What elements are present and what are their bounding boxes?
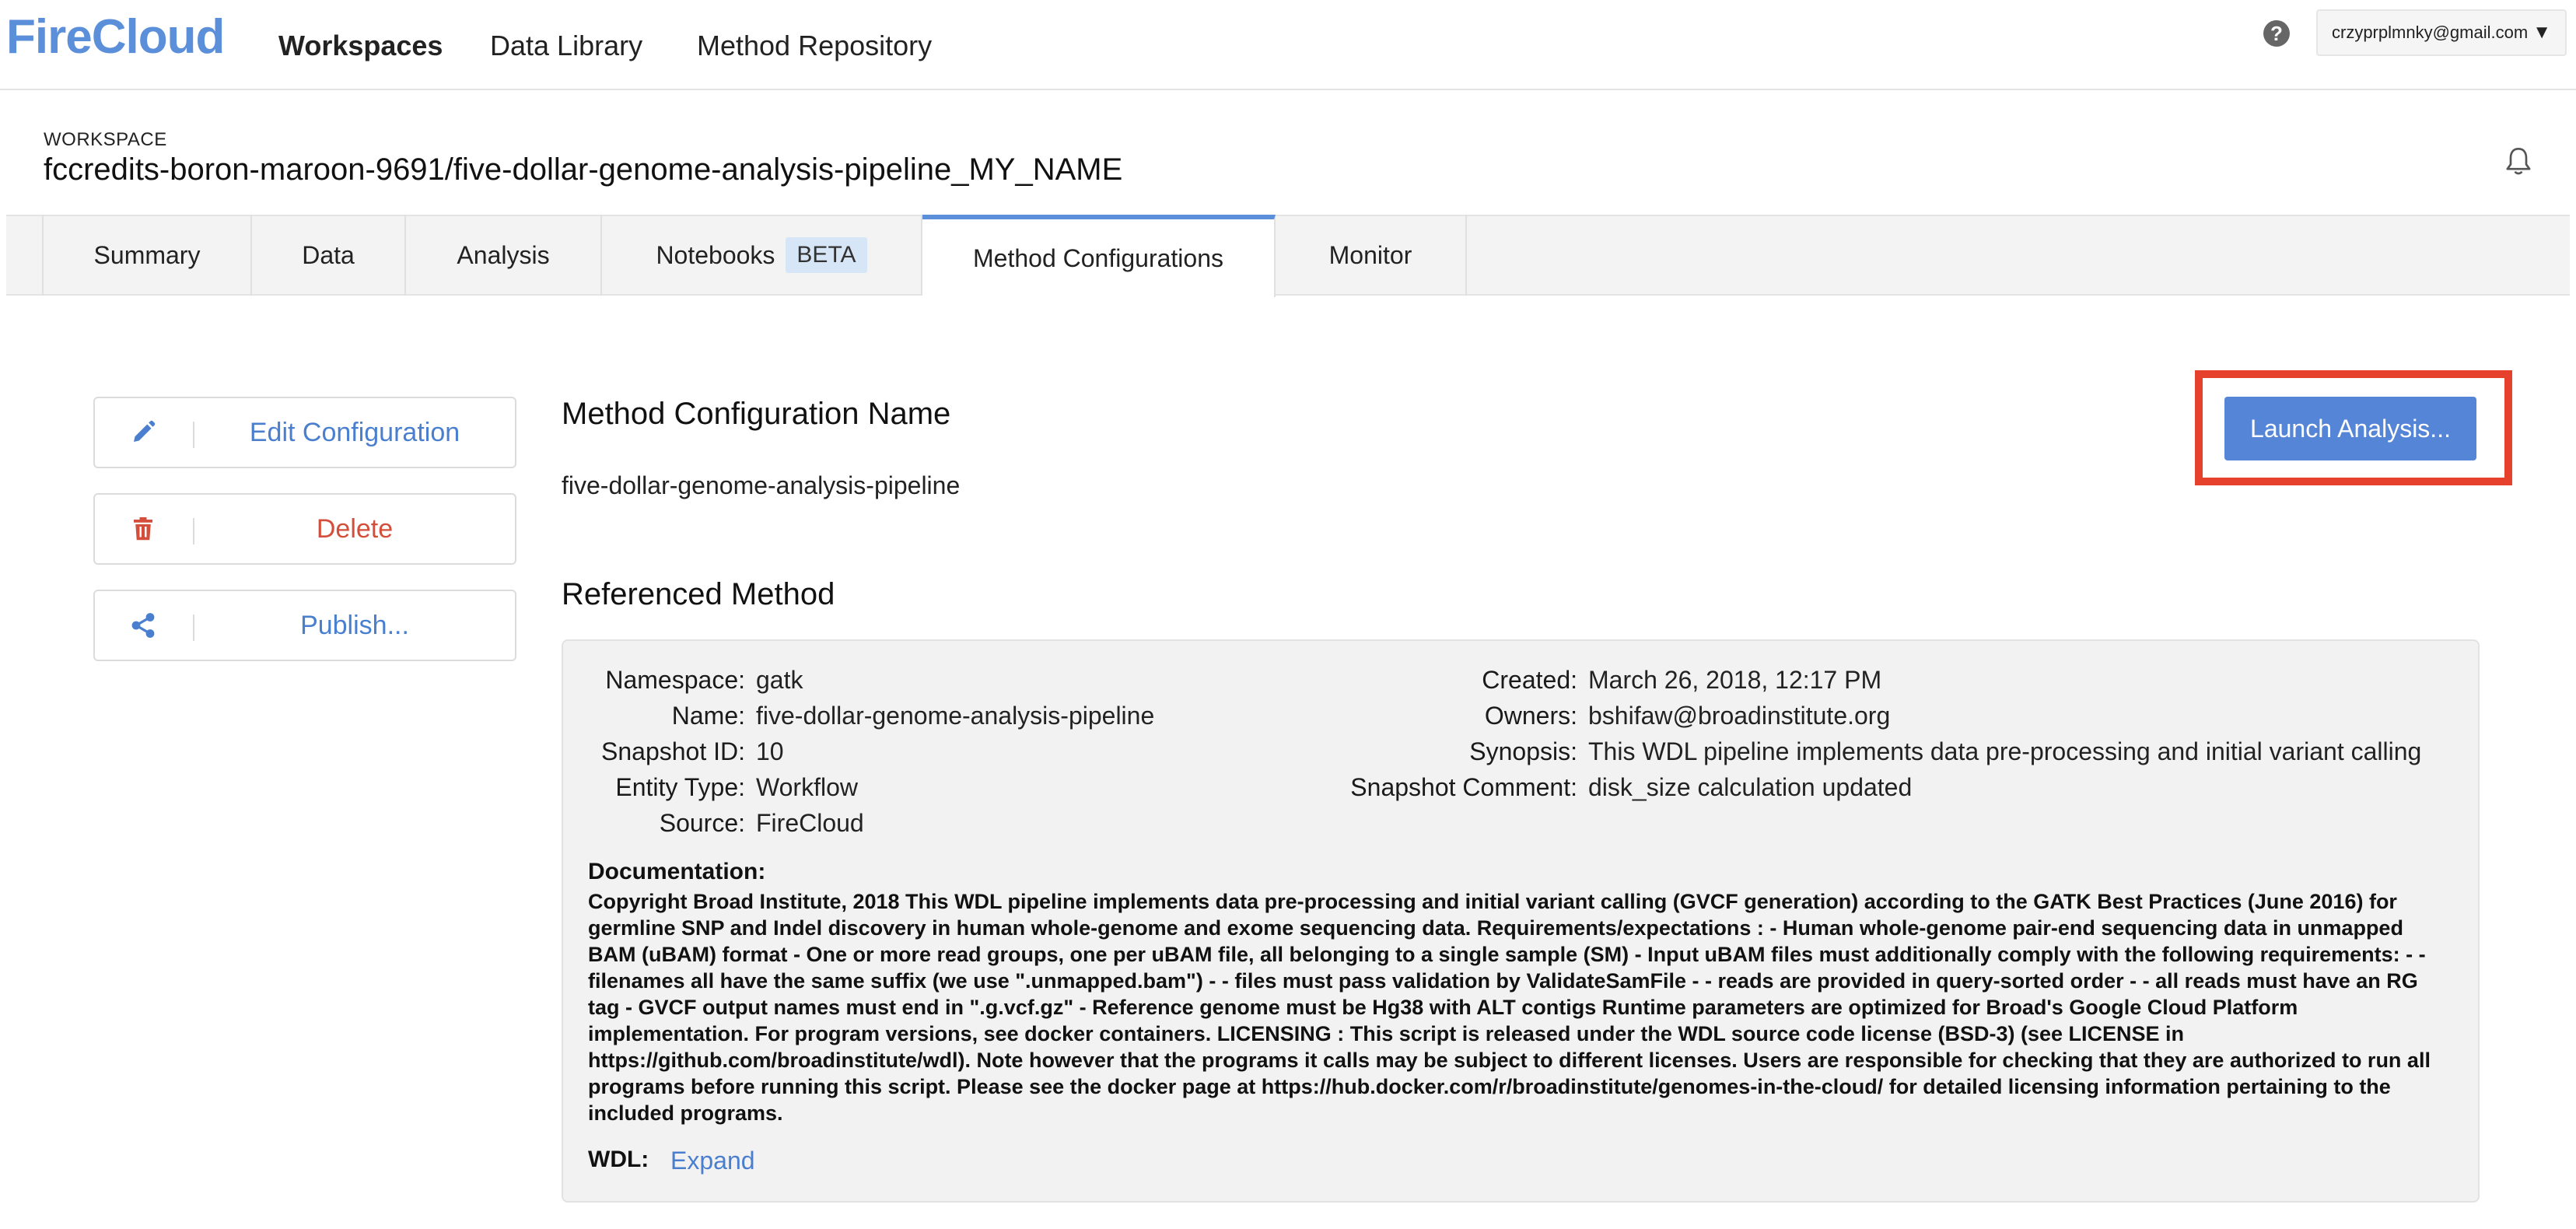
created-label: Created: (1482, 666, 1577, 694)
owners-label: Owners: (1484, 702, 1577, 730)
entity-type-label: Entity Type: (615, 773, 745, 801)
tab-summary-label: Summary (93, 240, 201, 269)
caret-down-icon: ▼ (2532, 22, 2551, 43)
tab-method-configurations[interactable]: Method Configurations (922, 215, 1276, 297)
tab-method-configurations-label: Method Configurations (973, 243, 1223, 272)
firecloud-logo[interactable]: FireCloud (6, 9, 225, 65)
tab-data-label: Data (302, 240, 355, 269)
account-email: crzyprplmnky@gmail.com (2332, 23, 2529, 42)
beta-badge: BETA (786, 237, 867, 273)
nav-method-repository[interactable]: Method Repository (697, 30, 932, 62)
edit-configuration-button[interactable]: Edit Configuration (93, 397, 516, 468)
name-value: five-dollar-genome-analysis-pipeline (756, 702, 1155, 730)
delete-label: Delete (316, 514, 394, 544)
workspace-name: fccredits-boron-maroon-9691/five-dollar-… (44, 152, 1123, 187)
tab-summary[interactable]: Summary (42, 215, 252, 296)
snapshot-id-value: 10 (756, 737, 784, 765)
tab-notebooks[interactable]: Notebooks BETA (602, 215, 922, 296)
snapshot-comment-value: disk_size calculation updated (1588, 773, 1913, 801)
workspace-label: WORKSPACE (44, 129, 167, 150)
nav-workspaces[interactable]: Workspaces (278, 30, 443, 62)
owners-value: bshifaw@broadinstitute.org (1588, 702, 1891, 730)
entity-type-value: Workflow (756, 773, 858, 801)
snapshot-id-label: Snapshot ID: (601, 737, 745, 765)
bell-icon[interactable] (2503, 145, 2534, 179)
created-value: March 26, 2018, 12:17 PM (1588, 666, 1882, 694)
tab-monitor[interactable]: Monitor (1276, 215, 1467, 296)
tab-notebooks-label: Notebooks (656, 240, 775, 269)
synopsis-label: Synopsis: (1469, 737, 1577, 765)
documentation-text: Copyright Broad Institute, 2018 This WDL… (588, 890, 2431, 1125)
wdl-expand-link[interactable]: Expand (670, 1147, 755, 1175)
snapshot-comment-label: Snapshot Comment: (1350, 773, 1577, 801)
tab-monitor-label: Monitor (1328, 240, 1412, 269)
tab-analysis[interactable]: Analysis (406, 215, 602, 296)
pencil-icon (134, 420, 156, 442)
edit-configuration-label: Edit Configuration (249, 418, 460, 447)
trash-icon (134, 517, 152, 541)
nav-data-library[interactable]: Data Library (490, 30, 642, 62)
wdl-label: WDL: (588, 1147, 649, 1172)
share-icon (131, 613, 155, 638)
name-label: Name: (671, 702, 745, 730)
launch-analysis-button[interactable]: Launch Analysis... (2224, 397, 2476, 460)
publish-label: Publish... (300, 611, 409, 640)
namespace-value: gatk (756, 666, 803, 694)
documentation-label: Documentation: (588, 859, 766, 884)
method-configuration-name-value: five-dollar-genome-analysis-pipeline (562, 471, 961, 499)
account-menu[interactable]: crzyprplmnky@gmail.com ▼ (2316, 9, 2567, 56)
source-label: Source: (659, 809, 745, 837)
question-circle-icon[interactable]: ? (2263, 20, 2290, 47)
synopsis-value: This WDL pipeline implements data pre-pr… (1588, 737, 2422, 765)
publish-button[interactable]: Publish... (93, 590, 516, 661)
tab-data[interactable]: Data (252, 215, 406, 296)
delete-button[interactable]: Delete (93, 493, 516, 565)
source-value: FireCloud (756, 809, 864, 837)
namespace-label: Namespace: (605, 666, 745, 694)
method-configuration-name-heading: Method Configuration Name (562, 397, 951, 431)
header-divider (0, 89, 2576, 90)
firecloud-page: FireCloud Workspaces Data Library Method… (0, 0, 2576, 1229)
tab-analysis-label: Analysis (457, 240, 550, 269)
referenced-method-heading: Referenced Method (562, 577, 835, 611)
